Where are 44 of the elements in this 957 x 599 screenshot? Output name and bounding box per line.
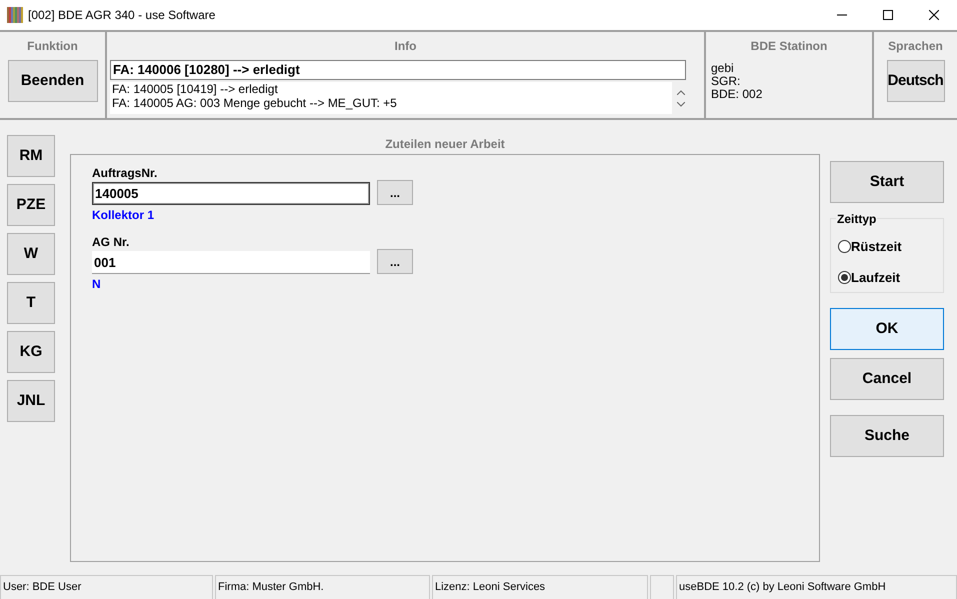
action-button[interactable]: Cancel: [830, 358, 944, 400]
language-button[interactable]: Deutsch: [886, 60, 944, 102]
scroll-down-icon[interactable]: [677, 102, 685, 106]
radio-option[interactable]: Rüstzeit: [838, 231, 936, 262]
browse-button[interactable]: ...: [377, 180, 413, 205]
section-heading: BDE Statinon: [750, 38, 828, 55]
radio-button[interactable]: [838, 271, 851, 284]
hint-text: N: [92, 276, 102, 293]
browse-button[interactable]: ...: [377, 249, 413, 274]
action-button[interactable]: Suche: [830, 415, 944, 457]
radio-option[interactable]: Laufzeit: [838, 262, 936, 293]
form-title: Zuteilen neuer Arbeit: [384, 136, 506, 153]
status-segment: User: BDE User: [0, 575, 213, 599]
side-button[interactable]: RM: [7, 135, 55, 177]
window-title: [002] BDE AGR 340 - use Software: [28, 7, 216, 24]
field-label: AG Nr.: [92, 234, 130, 251]
section-heading: Funktion: [27, 38, 78, 55]
action-button[interactable]: OK: [830, 308, 944, 350]
status-segment: [650, 575, 674, 599]
text-field[interactable]: 140005: [92, 182, 370, 205]
field-label: AuftragsNr.: [92, 165, 158, 182]
side-button[interactable]: T: [7, 282, 55, 324]
station-text: SGR:: [711, 75, 742, 88]
scroll-up-icon[interactable]: [677, 90, 685, 94]
status-field: FA: 140006 [10280] --> erledigt: [110, 60, 686, 80]
side-button[interactable]: PZE: [7, 184, 55, 226]
status-segment: Firma: Muster GmbH.: [215, 575, 430, 599]
status-segment: useBDE 10.2 (c) by Leoni Software GmbH: [676, 575, 957, 599]
status-segment: Lizenz: Leoni Services: [432, 575, 648, 599]
hint-text: Kollektor 1: [92, 207, 156, 224]
side-button[interactable]: W: [7, 233, 55, 275]
station-text: BDE: 002: [711, 88, 764, 101]
app-icon: [7, 7, 23, 23]
message-text: FA: 140005 [10419] --> erledigt: [112, 82, 279, 96]
side-button[interactable]: KG: [7, 331, 55, 373]
message-text: FA: 140005 AG: 003 Menge gebucht --> ME_GUT: +5: [112, 96, 398, 110]
section-heading: Sprachen: [888, 38, 943, 55]
station-text: gebi: [711, 62, 735, 75]
text-field[interactable]: 001: [92, 251, 370, 274]
section-heading: Info: [394, 38, 418, 55]
radio-button[interactable]: [838, 240, 851, 253]
exit-button[interactable]: Beenden: [8, 60, 98, 102]
start-button[interactable]: Start: [830, 161, 944, 203]
side-button[interactable]: JNL: [7, 380, 55, 422]
